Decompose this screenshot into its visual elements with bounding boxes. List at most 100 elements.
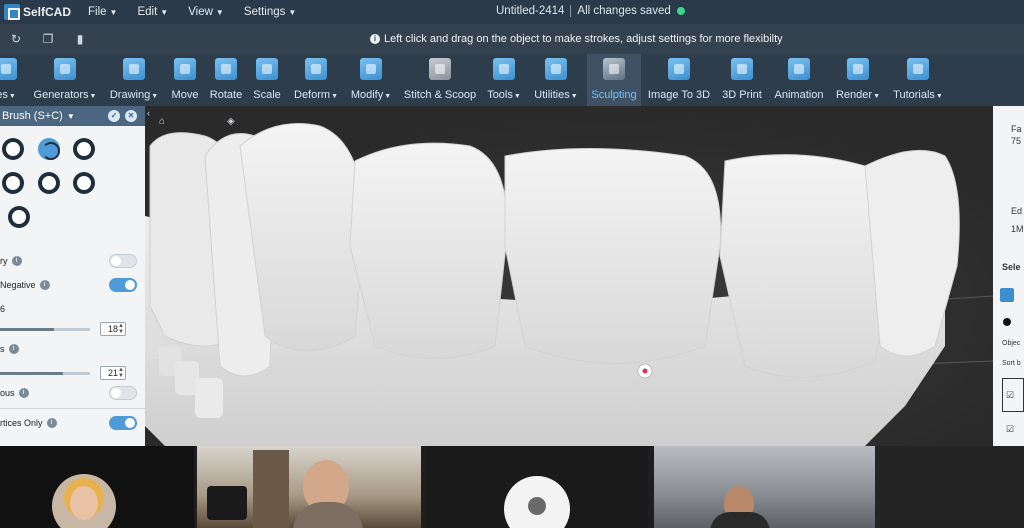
tool-label: Sculpting [591, 89, 637, 101]
cube-icon[interactable] [1000, 288, 1014, 302]
tool-deform[interactable]: Deform▼ [289, 54, 343, 106]
dental-model[interactable] [145, 106, 993, 446]
strength-input[interactable]: 21 ▲ ▼ [100, 366, 126, 380]
selfcad-logo[interactable]: SelfCAD [0, 4, 78, 20]
brand-name: SelfCAD [23, 5, 72, 19]
fireplace-shape [253, 450, 289, 528]
menu-view[interactable]: View ▼ [178, 6, 234, 18]
main-toolbar: es▼ Generators▼ Drawing▼ Move Rotate Sca… [0, 54, 1024, 106]
tool-label: Modify [350, 89, 384, 101]
chevron-down-icon: ▼ [109, 8, 118, 17]
video-tile-participant-4[interactable] [654, 446, 875, 528]
brush-panel-title: Brush (S+C) [2, 110, 63, 122]
participant-avatar [52, 474, 116, 528]
option-label: s [0, 344, 5, 354]
right-panel-text: Sort b [1002, 360, 1021, 367]
video-tile-participant-1[interactable] [0, 446, 194, 528]
microphone-icon[interactable]: ▮ [64, 32, 96, 46]
stepper-icon[interactable]: ▲ ▼ [118, 323, 124, 335]
brush-crease-icon[interactable] [73, 172, 95, 194]
face-shape [70, 486, 98, 520]
stepper-icon[interactable]: ▲ ▼ [118, 367, 124, 379]
checkbox-checked-icon[interactable]: ☑ [1006, 390, 1014, 401]
tool-label: Utilities [534, 89, 570, 101]
shirt-shape [710, 512, 770, 528]
confirm-icon[interactable]: ✓ [108, 110, 120, 122]
option-label: Negative [0, 280, 36, 290]
tool-label: Tutorials [893, 89, 935, 101]
chevron-down-icon: ▼ [8, 93, 16, 100]
brush-smooth-icon[interactable] [38, 138, 60, 160]
drawing-icon [123, 58, 145, 80]
shapes-icon [0, 58, 17, 80]
chevron-down-icon[interactable]: ▼ [67, 112, 75, 121]
chevron-down-icon: ▼ [215, 8, 224, 17]
tool-stitch-scoop[interactable]: Stitch & Scoop [402, 54, 478, 106]
chevron-down-icon: ▼ [384, 93, 392, 100]
sculpting-icon [603, 58, 625, 80]
size-input[interactable]: 18 ▲ ▼ [100, 322, 126, 336]
vertices-only-toggle[interactable] [109, 416, 137, 430]
beard-shape [293, 502, 363, 528]
tool-rotate[interactable]: Rotate [207, 54, 245, 106]
chevron-down-icon: ▼ [513, 93, 521, 100]
tool-animation[interactable]: Animation [772, 54, 826, 106]
tool-sculpting[interactable]: Sculpting [587, 54, 641, 106]
video-tile-participant-3[interactable] [427, 446, 648, 528]
tool-label: Scale [253, 89, 281, 101]
document-title[interactable]: Untitled-2414 [496, 5, 564, 17]
tool-label: es [0, 89, 8, 101]
brush-inflate-icon[interactable] [2, 172, 24, 194]
negative-toggle[interactable] [109, 278, 137, 292]
tool-label: Image To 3D [647, 89, 711, 101]
strength-slider-fill [0, 372, 63, 375]
brush-flatten-icon[interactable] [38, 172, 60, 194]
tool-tools[interactable]: Tools▼ [484, 54, 524, 106]
info-icon[interactable]: i [46, 418, 57, 428]
tool-3d-print[interactable]: 3D Print [719, 54, 765, 106]
chevron-down-icon: ▼ [89, 93, 97, 100]
copy-icon[interactable]: ❐ [32, 32, 64, 46]
tool-move[interactable]: Move [168, 54, 202, 106]
close-icon[interactable]: ✕ [125, 110, 137, 122]
menu-settings[interactable]: Settings ▼ [234, 6, 306, 18]
info-icon[interactable]: i [8, 344, 19, 354]
tool-shapes[interactable]: es▼ [0, 54, 18, 106]
info-icon[interactable]: i [39, 280, 50, 290]
tool-label: Generators [33, 89, 89, 101]
symmetry-toggle[interactable] [109, 254, 137, 268]
brush-layer-icon[interactable] [8, 206, 30, 228]
brush-pinch-icon[interactable] [73, 138, 95, 160]
redo-icon[interactable]: ↻ [0, 32, 32, 46]
modify-icon [360, 58, 382, 80]
menu-edit[interactable]: Edit ▼ [127, 6, 178, 18]
info-icon[interactable]: i [11, 256, 22, 266]
tooth [349, 142, 508, 359]
3d-viewport[interactable]: ⌂ ◈ ‹ [145, 106, 993, 446]
menu-file[interactable]: File ▼ [78, 6, 127, 18]
brush-standard-icon[interactable] [2, 138, 24, 160]
tool-generators[interactable]: Generators▼ [30, 54, 100, 106]
tool-drawing[interactable]: Drawing▼ [106, 54, 162, 106]
tool-tutorials[interactable]: Tutorials▼ [890, 54, 946, 106]
save-status: All changes saved [577, 5, 671, 17]
tool-render[interactable]: Render▼ [834, 54, 882, 106]
tool-utilities[interactable]: Utilities▼ [532, 54, 580, 106]
option-label: 6 [0, 304, 6, 314]
tool-modify[interactable]: Modify▼ [348, 54, 394, 106]
generators-icon [54, 58, 76, 80]
strength-slider[interactable] [0, 372, 90, 375]
size-value: 18 [107, 324, 118, 334]
brush-panel-header[interactable]: Brush (S+C) ▼ ✓ ✕ [0, 106, 145, 126]
tool-image-to-3d[interactable]: Image To 3D [647, 54, 711, 106]
video-tile-participant-2[interactable] [197, 446, 421, 528]
stitch-scoop-icon [429, 58, 451, 80]
tool-scale[interactable]: Scale [250, 54, 284, 106]
size-slider[interactable] [0, 328, 90, 331]
checkbox-icon[interactable]: ☑ [1006, 424, 1014, 435]
continuous-toggle[interactable] [109, 386, 137, 400]
info-icon[interactable]: i [18, 388, 29, 398]
sphere-icon[interactable] [1003, 318, 1011, 326]
hint-text: Left click and drag on the object to mak… [384, 33, 783, 45]
scale-icon [256, 58, 278, 80]
